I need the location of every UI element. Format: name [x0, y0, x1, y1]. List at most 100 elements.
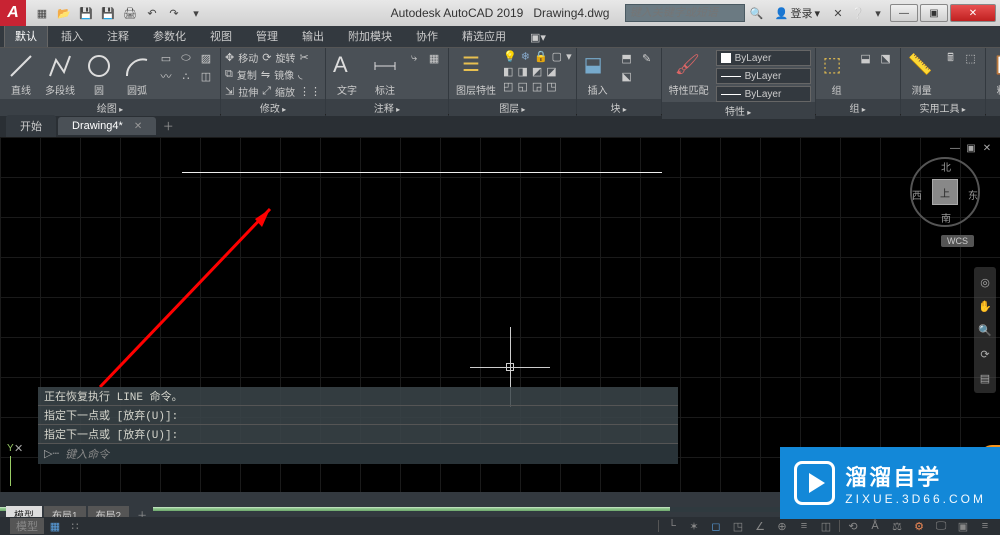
status-workspace-icon[interactable]: ⚙	[910, 518, 928, 534]
command-line[interactable]: ✕ 正在恢复执行 LINE 命令。 指定下一点或 [放弃(U)]: 指定下一点或…	[38, 387, 678, 464]
status-snap-icon[interactable]: ∷	[66, 518, 84, 534]
spline-icon[interactable]: 〰	[158, 68, 174, 84]
layer-prev-icon[interactable]: ◪	[546, 65, 556, 78]
status-grid-icon[interactable]: ▦	[46, 518, 64, 534]
ellipse-icon[interactable]: ⬭	[178, 50, 194, 66]
panel-group-label[interactable]: 组	[816, 99, 900, 116]
layer-color-icon[interactable]: ▢	[552, 50, 562, 63]
command-input-row[interactable]: ▷┄ 键入命令	[38, 444, 678, 464]
nav-wheel-icon[interactable]: ◎	[976, 273, 994, 291]
status-polar-icon[interactable]: ✶	[685, 518, 703, 534]
wcs-badge[interactable]: WCS	[941, 235, 974, 247]
status-cycle-icon[interactable]: ⟲	[844, 518, 862, 534]
panel-clipboard-label[interactable]: 剪贴板	[986, 99, 1000, 116]
attr-icon[interactable]: ⬕	[619, 68, 635, 84]
close-icon[interactable]: ✕	[134, 121, 142, 132]
rectangle-icon[interactable]: ▭	[158, 50, 174, 66]
menu-tab-output[interactable]: 输出	[291, 24, 335, 47]
region-icon[interactable]: ◫	[198, 68, 214, 84]
polyline-button[interactable]: 多段线	[42, 50, 78, 99]
status-anno-icon[interactable]: Å	[866, 518, 884, 534]
qat-open-icon[interactable]: 📂	[56, 5, 72, 21]
file-tab-drawing[interactable]: Drawing4* ✕	[58, 117, 156, 135]
menu-tab-annotate[interactable]: 注释	[96, 24, 140, 47]
qat-undo-icon[interactable]: ↶	[144, 5, 160, 21]
status-scale-icon[interactable]: ⚖	[888, 518, 906, 534]
qat-new-icon[interactable]: ▦	[34, 5, 50, 21]
layer-a-icon[interactable]: ◰	[503, 80, 513, 93]
status-customize-icon[interactable]: ≡	[976, 518, 994, 534]
copy-icon[interactable]: ⧉	[225, 68, 233, 81]
menu-tab-addins[interactable]: 附加模块	[337, 24, 403, 47]
insert-button[interactable]: ⬓ 插入	[581, 50, 615, 99]
color-combo[interactable]: ByLayer	[716, 50, 811, 66]
group-edit-icon[interactable]: ⬔	[878, 50, 894, 66]
hatch-icon[interactable]: ▨	[198, 50, 214, 66]
circle-button[interactable]: 圆	[82, 50, 116, 99]
status-clean-icon[interactable]: ▣	[954, 518, 972, 534]
qat-saveas-icon[interactable]: 💾	[100, 5, 116, 21]
menu-tab-view[interactable]: 视图	[199, 24, 243, 47]
lineweight-combo[interactable]: ByLayer	[716, 68, 811, 84]
layer-iso-icon[interactable]: ◧	[503, 65, 513, 78]
exchange-icon[interactable]: ✕	[830, 5, 846, 21]
search-icon[interactable]: 🔍	[749, 5, 765, 21]
layer-freeze-icon[interactable]: ❄	[521, 50, 530, 63]
layer-props-button[interactable]: ☰ 图层特性	[453, 50, 499, 99]
menu-tab-parametric[interactable]: 参数化	[142, 24, 197, 47]
nav-orbit-icon[interactable]: ⟳	[976, 345, 994, 363]
layer-d-icon[interactable]: ◳	[546, 80, 556, 93]
paste-button[interactable]: 📋 粘贴	[990, 50, 1000, 99]
panel-modify-label[interactable]: 修改	[221, 99, 325, 116]
trim-icon[interactable]: ✂	[299, 51, 308, 64]
qat-dropdown-icon[interactable]: ▾	[188, 5, 204, 21]
menu-tab-overflow-icon[interactable]: ▣▾	[519, 27, 557, 47]
scale-icon[interactable]: ⤢	[262, 85, 271, 98]
doc-restore-button[interactable]: ▣	[964, 141, 978, 155]
file-tab-add-button[interactable]: ＋	[158, 117, 178, 135]
command-close-icon[interactable]: ✕	[14, 442, 34, 462]
status-otrack-icon[interactable]: ∠	[751, 518, 769, 534]
qat-save-icon[interactable]: 💾	[78, 5, 94, 21]
status-3dosnap-icon[interactable]: ◳	[729, 518, 747, 534]
status-ortho-icon[interactable]: └	[663, 518, 681, 534]
status-lwt-icon[interactable]: ≡	[795, 518, 813, 534]
status-monitor-icon[interactable]: 🖵	[932, 518, 950, 534]
nav-showmotion-icon[interactable]: ▤	[976, 369, 994, 387]
panel-util-label[interactable]: 实用工具	[901, 99, 985, 116]
menu-tab-featured[interactable]: 精选应用	[451, 24, 517, 47]
menu-tab-manage[interactable]: 管理	[245, 24, 289, 47]
layer-match-icon[interactable]: ◩	[532, 65, 542, 78]
viewcube-top-face[interactable]: 上	[932, 179, 958, 205]
dim-button[interactable]: 标注	[368, 50, 402, 99]
panel-block-label[interactable]: 块	[577, 99, 661, 116]
line-button[interactable]: 直线	[4, 50, 38, 99]
viewcube-west[interactable]: 西	[912, 187, 922, 202]
select-icon[interactable]: ⬚	[963, 50, 979, 66]
doc-minimize-button[interactable]: —	[948, 141, 962, 155]
linetype-combo[interactable]: ByLayer	[716, 86, 811, 102]
viewcube-south[interactable]: 南	[941, 210, 951, 225]
viewcube-north[interactable]: 北	[941, 159, 951, 174]
edit-block-icon[interactable]: ✎	[639, 50, 655, 66]
layer-b-icon[interactable]: ◱	[517, 80, 527, 93]
doc-close-button[interactable]: ✕	[980, 141, 994, 155]
layer-bulb-icon[interactable]: 💡	[503, 50, 517, 63]
array-icon[interactable]: ⋮⋮	[299, 85, 321, 98]
drawing-canvas[interactable]: — ▣ ✕ 上 北 南 东 西 WCS ◎ ✋ 🔍 ⟳ ▤ Y ✕ 正在恢复执行…	[0, 137, 1000, 492]
layer-off-icon[interactable]: ◨	[517, 65, 527, 78]
leader-icon[interactable]: ⤷	[406, 50, 422, 66]
status-model-button[interactable]: 模型	[10, 518, 44, 534]
menu-tab-collaborate[interactable]: 协作	[405, 24, 449, 47]
help-dropdown-icon[interactable]: ▾	[870, 5, 886, 21]
fillet-icon[interactable]: ◟	[298, 68, 302, 81]
qat-plot-icon[interactable]: 🖨	[122, 5, 138, 21]
status-dyn-icon[interactable]: ⊕	[773, 518, 791, 534]
panel-properties-label[interactable]: 特性	[662, 102, 815, 119]
create-block-icon[interactable]: ⬒	[619, 50, 635, 66]
move-icon[interactable]: ✥	[225, 51, 234, 64]
panel-layer-label[interactable]: 图层	[449, 99, 576, 116]
qat-redo-icon[interactable]: ↷	[166, 5, 182, 21]
stretch-icon[interactable]: ⇲	[225, 85, 234, 98]
login-button[interactable]: 👤 登录 ▾	[769, 5, 826, 21]
